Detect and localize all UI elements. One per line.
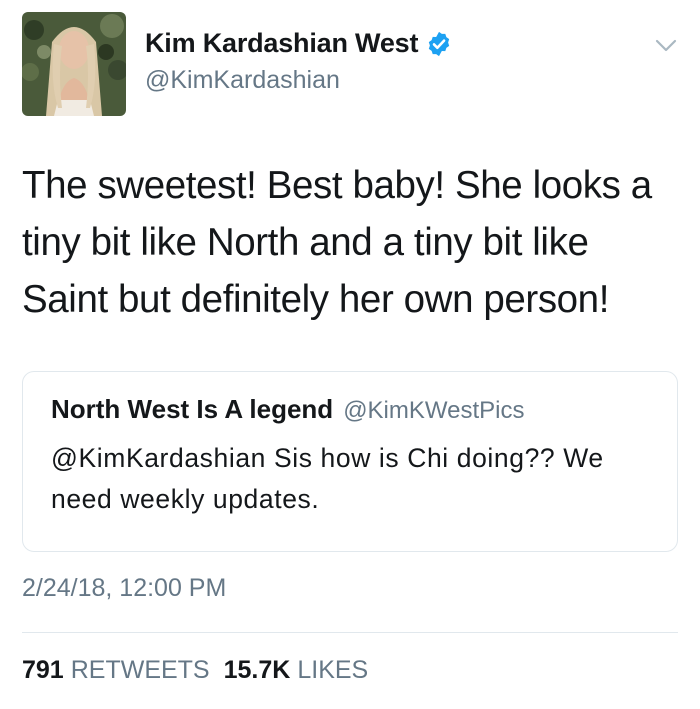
- quoted-handle: @KimKWestPics: [343, 397, 525, 424]
- likes-stat[interactable]: 15.7K LIKES: [224, 656, 369, 685]
- quoted-tweet[interactable]: North West Is A legend @KimKWestPics @Ki…: [22, 371, 678, 552]
- retweets-label: RETWEETS: [70, 656, 210, 684]
- likes-count: 15.7K: [223, 656, 291, 684]
- chevron-down-icon[interactable]: [654, 36, 678, 56]
- tweet-stats: 791 RETWEETS 15.7K LIKES: [22, 656, 368, 685]
- retweets-stat[interactable]: 791 RETWEETS: [22, 656, 210, 685]
- divider: [22, 632, 678, 633]
- avatar[interactable]: [22, 12, 126, 116]
- timestamp[interactable]: 2/24/18, 12:00 PM: [22, 574, 226, 603]
- author-handle[interactable]: @KimKardashian: [145, 66, 340, 95]
- tweet-card: Kim Kardashian West @KimKardashian The s…: [0, 0, 700, 709]
- display-name[interactable]: Kim Kardashian West: [145, 28, 418, 59]
- quoted-tweet-header: North West Is A legend @KimKWestPics: [51, 394, 524, 425]
- tweet-text: The sweetest! Best baby! She looks a tin…: [22, 164, 652, 321]
- author-name-row: Kim Kardashian West: [145, 28, 452, 59]
- verified-badge-icon: [429, 31, 450, 56]
- profile-photo-image: [22, 12, 126, 116]
- quoted-tweet-text: @KimKardashian Sis how is Chi doing?? We…: [51, 443, 604, 514]
- quoted-display-name: North West Is A legend: [51, 394, 334, 424]
- likes-label: LIKES: [297, 656, 369, 684]
- retweets-count: 791: [22, 656, 64, 684]
